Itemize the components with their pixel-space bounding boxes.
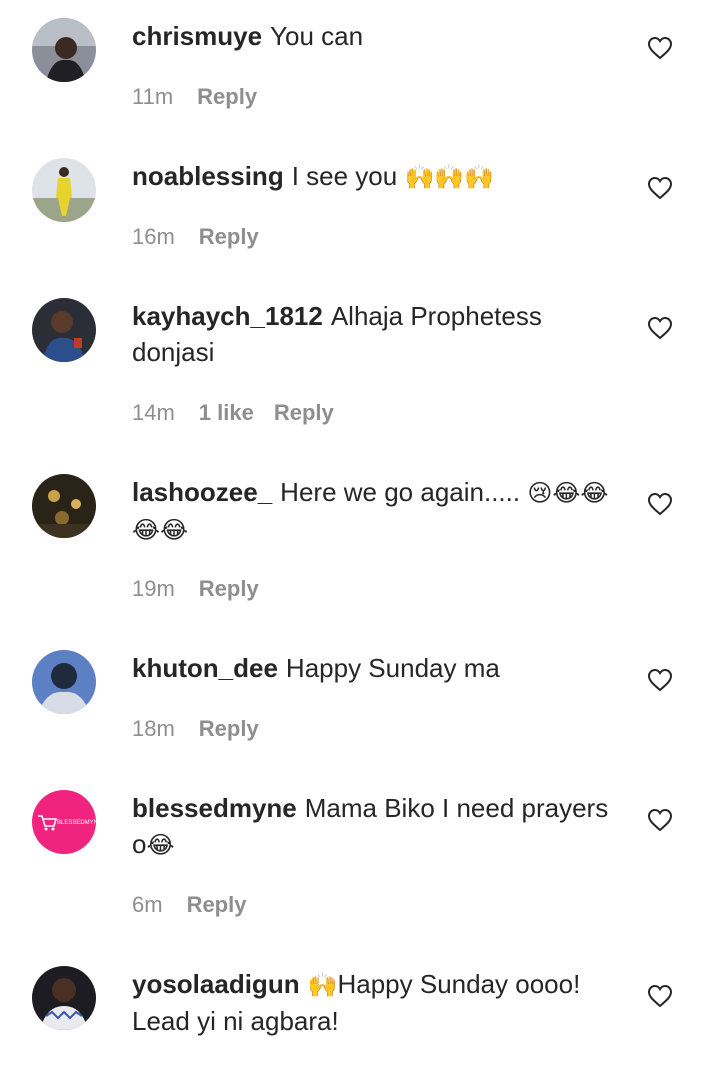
- avatar[interactable]: [32, 966, 96, 1030]
- comment-text: khuton_dee Happy Sunday ma: [132, 650, 612, 686]
- reply-button[interactable]: Reply: [199, 224, 259, 249]
- avatar[interactable]: [32, 650, 96, 714]
- comment-username[interactable]: khuton_dee: [132, 653, 278, 683]
- comment-text: noablessing I see you 🙌🙌🙌: [132, 158, 612, 195]
- comment-username[interactable]: chrismuye: [132, 21, 262, 51]
- comment-time: 16m: [132, 224, 175, 249]
- likes-count[interactable]: 1 like: [199, 400, 254, 425]
- comment-meta: 16m Reply: [132, 222, 279, 252]
- comment-text: chrismuye You can: [132, 18, 612, 54]
- avatar[interactable]: [32, 158, 96, 222]
- heart-outline-icon[interactable]: [647, 36, 673, 60]
- avatar[interactable]: [32, 474, 96, 538]
- heart-outline-icon[interactable]: [647, 984, 673, 1008]
- comment-time: 14m: [132, 400, 175, 425]
- heart-outline-icon[interactable]: [647, 316, 673, 340]
- comment-body: I see you: [291, 161, 405, 191]
- comment-emoji: 🙌🙌🙌: [404, 163, 495, 191]
- reply-button[interactable]: Reply: [199, 716, 259, 741]
- reply-button[interactable]: Reply: [197, 84, 257, 109]
- heart-outline-icon[interactable]: [647, 492, 673, 516]
- heart-outline-icon[interactable]: [647, 668, 673, 692]
- heart-outline-icon[interactable]: [647, 808, 673, 832]
- comment-text: kayhaych_1812 Alhaja Prophetess donjasi: [132, 298, 612, 370]
- comment-username[interactable]: lashoozee_: [132, 477, 272, 507]
- reply-button[interactable]: Reply: [274, 400, 334, 425]
- comment-time: 19m: [132, 576, 175, 601]
- comment-time: 18m: [132, 716, 175, 741]
- comment-username[interactable]: noablessing: [132, 161, 284, 191]
- comment-meta: 6m Reply: [132, 890, 266, 920]
- comment-text: yosolaadigun 🙌Happy Sunday oooo! Lead yi …: [132, 966, 612, 1039]
- comment-emoji: 🙌: [307, 971, 338, 999]
- comment-meta: 18m Reply: [132, 714, 279, 744]
- blessedmyne-logo-text: BLESSEDMYNE: [57, 820, 96, 826]
- comment-meta: 14m 1 like Reply: [132, 398, 354, 428]
- comment-time: 11m: [132, 84, 174, 109]
- avatar[interactable]: [32, 18, 96, 82]
- avatar[interactable]: [32, 298, 96, 362]
- comment-username[interactable]: blessedmyne: [132, 793, 297, 823]
- comment-meta: 11m Reply: [132, 82, 277, 112]
- comment-emoji: 😂: [146, 831, 175, 859]
- heart-outline-icon[interactable]: [647, 176, 673, 200]
- comment-time: 6m: [132, 892, 163, 917]
- reply-button[interactable]: Reply: [187, 892, 247, 917]
- comment-text: blessedmyne Mama Biko I need prayers o😂: [132, 790, 612, 863]
- comment-body: You can: [270, 21, 364, 51]
- comment-username[interactable]: kayhaych_1812: [132, 301, 323, 331]
- comment-username[interactable]: yosolaadigun: [132, 969, 300, 999]
- comment-text: lashoozee_ Here we go again..... 😢😂😂😂😂: [132, 474, 612, 548]
- comment-meta: 19m Reply: [132, 574, 279, 604]
- comment-body: Here we go again.....: [280, 477, 528, 507]
- avatar[interactable]: BLESSEDMYNE: [32, 790, 96, 854]
- comment-body: Happy Sunday ma: [285, 653, 500, 683]
- reply-button[interactable]: Reply: [199, 576, 259, 601]
